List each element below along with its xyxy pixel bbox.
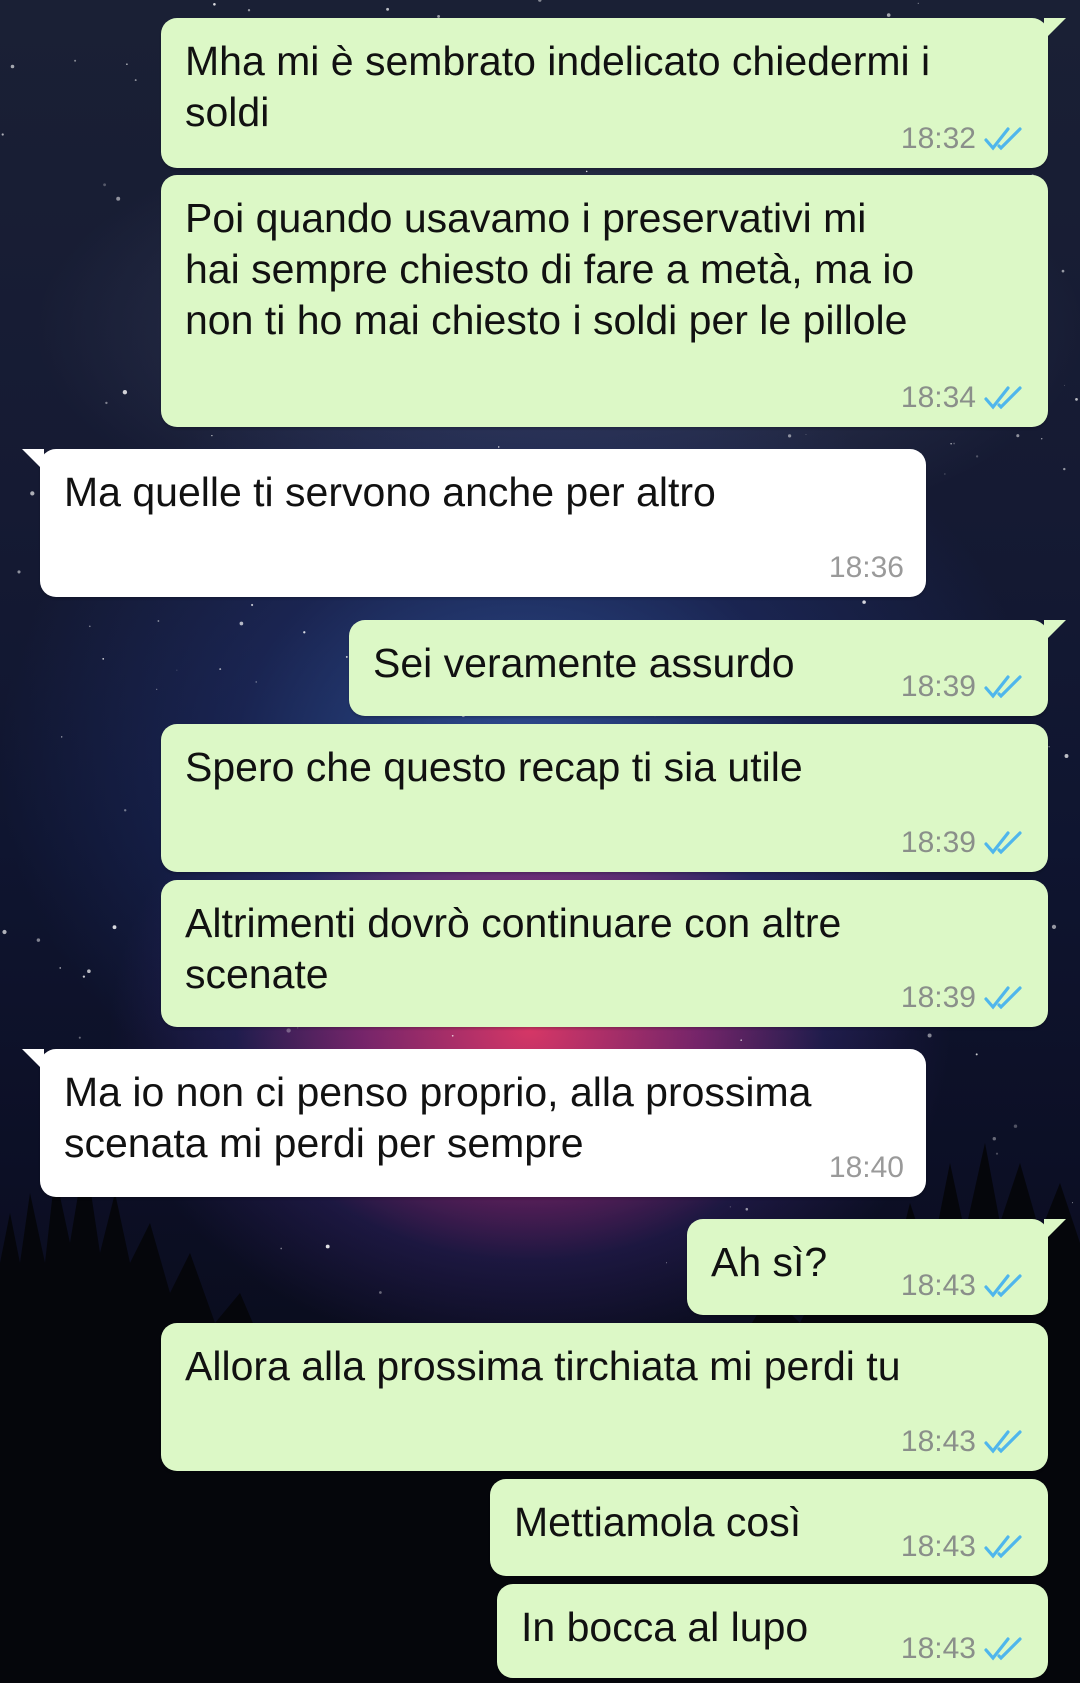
double-check-read-icon [984, 127, 1022, 151]
message-text: Ma io non ci penso proprio, alla prossim… [64, 1069, 812, 1166]
message-text: Spero che questo recap ti sia utile [185, 744, 803, 790]
message-time: 18:34 [900, 381, 976, 414]
bubble-tail [1044, 18, 1066, 40]
message-meta: 18:39 [901, 826, 1026, 860]
message-bubble-outgoing[interactable]: Allora alla prossima tirchiata mi perdi … [161, 1323, 1048, 1471]
message-time: 18:39 [900, 981, 976, 1014]
message-text: Altrimenti dovrò continuare con altre sc… [185, 900, 842, 997]
message-text: Poi quando usavamo i preservativi mi hai… [185, 195, 915, 343]
double-check-read-icon [984, 831, 1022, 855]
double-check-read-icon [984, 1535, 1022, 1559]
message-bubble-outgoing[interactable]: Mettiamola così 18:43 [490, 1479, 1048, 1576]
message-time: 18:40 [828, 1151, 904, 1184]
message-time: 18:36 [828, 551, 904, 584]
message-time: 18:43 [900, 1425, 976, 1458]
bubble-tail [1044, 620, 1066, 642]
message-bubble-outgoing[interactable]: In bocca al lupo 18:43 [497, 1584, 1048, 1678]
message-meta: 18:39 [901, 981, 1026, 1015]
message-time: 18:43 [900, 1632, 976, 1665]
double-check-read-icon [984, 1274, 1022, 1298]
double-check-read-icon [984, 675, 1022, 699]
double-check-read-icon [984, 386, 1022, 410]
message-bubble-incoming[interactable]: Ma quelle ti servono anche per altro 18:… [22, 449, 926, 597]
message-bubble-outgoing[interactable]: Spero che questo recap ti sia utile 18:3… [161, 724, 1048, 872]
message-time: 18:39 [900, 670, 976, 703]
bubble-tail [1044, 1219, 1066, 1241]
message-meta: 18:43 [901, 1269, 1026, 1303]
message-meta: 18:43 [901, 1530, 1026, 1564]
message-bubble-incoming[interactable]: Ma io non ci penso proprio, alla prossim… [22, 1049, 926, 1197]
bubble-tail [22, 1049, 44, 1071]
message-text: Allora alla prossima tirchiata mi perdi … [185, 1343, 901, 1389]
message-text: Ma quelle ti servono anche per altro [64, 469, 716, 515]
message-text: Mha mi è sembrato indelicato chiedermi i… [185, 38, 931, 135]
message-meta: 18:40 [829, 1151, 904, 1185]
message-bubble-outgoing[interactable]: Altrimenti dovrò continuare con altre sc… [161, 880, 1048, 1027]
message-bubble-outgoing[interactable]: Ah sì? 18:43 [687, 1219, 1066, 1315]
message-meta: 18:39 [901, 670, 1026, 704]
message-time: 18:43 [900, 1269, 976, 1302]
double-check-read-icon [984, 1637, 1022, 1661]
bubble-tail [22, 449, 44, 471]
message-meta: 18:34 [901, 381, 1026, 415]
message-meta: 18:43 [901, 1632, 1026, 1666]
message-time: 18:43 [900, 1530, 976, 1563]
message-meta: 18:32 [901, 122, 1026, 156]
message-meta: 18:43 [901, 1425, 1026, 1459]
message-time: 18:32 [900, 122, 976, 155]
chat-message-list[interactable]: Mha mi è sembrato indelicato chiedermi i… [0, 0, 1080, 1683]
message-bubble-outgoing[interactable]: Poi quando usavamo i preservativi mi hai… [161, 175, 1048, 427]
message-bubble-outgoing[interactable]: Mha mi è sembrato indelicato chiedermi i… [161, 18, 1066, 168]
message-bubble-outgoing[interactable]: Sei veramente assurdo 18:39 [349, 620, 1066, 716]
double-check-read-icon [984, 1430, 1022, 1454]
message-time: 18:39 [900, 826, 976, 859]
message-meta: 18:36 [829, 551, 904, 585]
double-check-read-icon [984, 986, 1022, 1010]
